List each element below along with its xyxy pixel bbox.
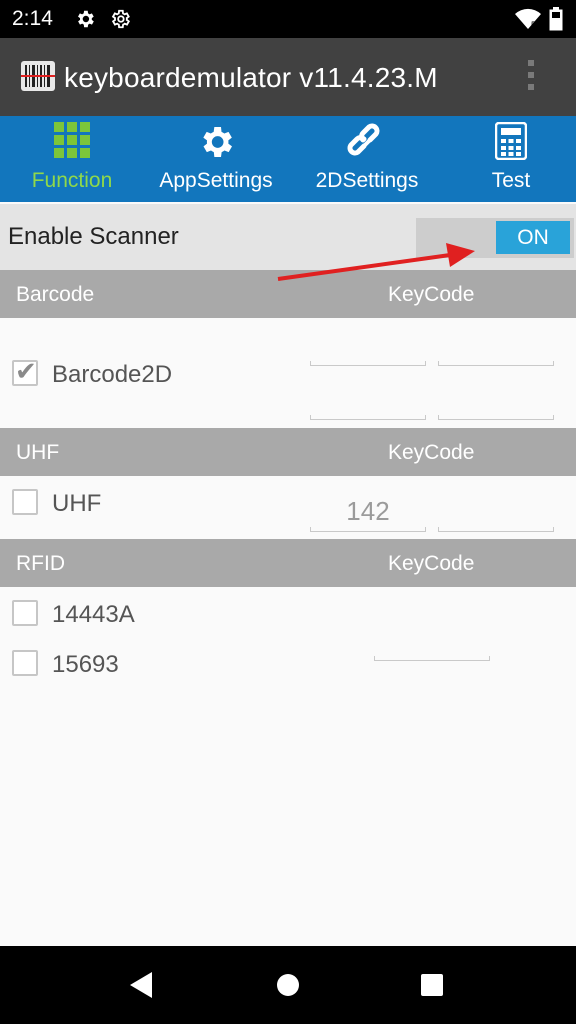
tab-appsettings[interactable]: AppSettings [144,116,288,202]
svg-text:5: 5 [531,20,536,30]
toggle-on-label: ON [496,221,570,254]
keycode-header: KeyCode [388,283,475,306]
gear-icon [74,8,96,35]
checkmark-icon: ✔ [15,356,37,386]
uhf-label: UHF [52,490,102,517]
keycode-field[interactable] [374,631,490,661]
keycode-field[interactable] [310,390,426,420]
tab-label: Function [31,169,113,192]
gear-outline-icon [109,8,131,35]
keycode-field[interactable] [438,336,554,366]
15693-label: 15693 [52,651,119,678]
rfid-section-header: RFID KeyCode [0,539,576,587]
tab-label: AppSettings [159,169,273,192]
grid-icon [54,122,90,163]
home-icon[interactable] [276,972,300,1003]
tab-test[interactable]: Test [446,116,576,202]
rfid-15693-row: 15693 [0,637,576,687]
navigation-bar [0,946,576,1024]
app-title: keyboardemulator v11.4.23.M [64,62,438,93]
link-icon [346,122,388,169]
barcode-section-header: Barcode KeyCode [0,270,576,318]
back-icon[interactable] [130,972,154,1003]
keycode-field[interactable] [438,390,554,420]
uhf-checkbox[interactable] [12,489,38,515]
tab-label: 2DSettings [315,169,419,192]
uhf-section-header: UHF KeyCode [0,428,576,476]
enable-scanner-row: Enable Scanner ON [0,204,576,270]
keycode-field[interactable]: 142 [310,496,426,532]
uhf-row: UHF 142 [0,476,576,538]
keycode-field[interactable] [438,502,554,532]
section-title: UHF [16,441,60,464]
tab-function[interactable]: Function [0,116,144,202]
status-time: 2:14 [12,7,53,30]
enable-scanner-label: Enable Scanner [8,223,179,250]
barcode2d-row: ✔ Barcode2D [0,318,576,428]
15693-checkbox[interactable] [12,650,38,676]
tab-2dsettings[interactable]: 2DSettings [288,116,446,202]
gear-icon [196,122,236,167]
barcode2d-label: Barcode2D [52,361,173,388]
keycode-field[interactable] [310,336,426,366]
app-bar: keyboardemulator v11.4.23.M [0,38,576,116]
keycode-header: KeyCode [388,552,475,575]
rfid-14443a-row: 14443A [0,587,576,637]
tab-label: Test [491,169,531,192]
tab-bar: Function AppSettings 2DSettings Test [0,116,576,202]
barcode2d-checkbox[interactable]: ✔ [12,356,38,386]
section-title: Barcode [16,283,95,306]
keycode-header: KeyCode [388,441,475,464]
recents-icon[interactable] [420,972,444,1003]
status-bar: 2:14 5 [0,0,576,38]
14443a-checkbox[interactable] [12,600,38,626]
calculator-icon [494,121,528,165]
barcode-scanner-icon [21,61,55,96]
14443a-label: 14443A [52,601,135,628]
battery-icon [549,7,563,36]
overflow-menu-icon[interactable] [524,58,538,96]
section-title: RFID [16,552,65,575]
enable-scanner-toggle[interactable]: ON [416,218,574,258]
wifi-icon: 5 [515,8,541,35]
